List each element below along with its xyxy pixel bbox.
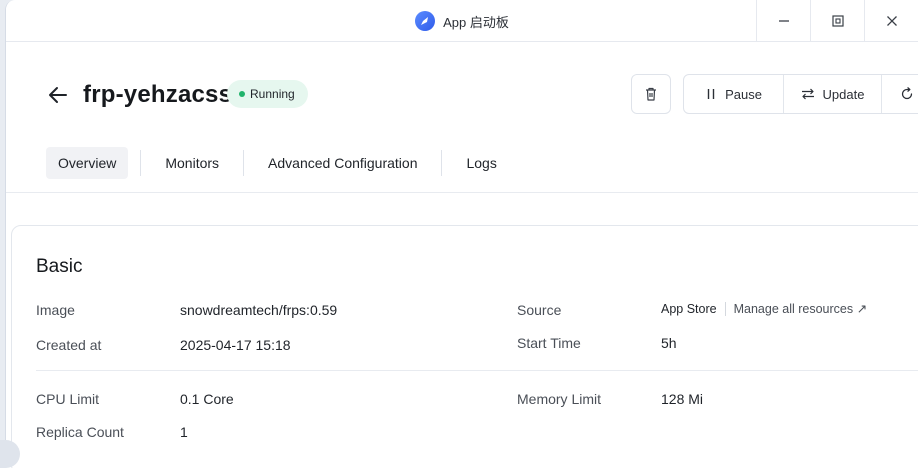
restore-button[interactable] <box>810 0 864 42</box>
replica-count-label: Replica Count <box>36 424 124 440</box>
basic-section-title: Basic <box>36 256 83 277</box>
delete-button[interactable] <box>631 74 671 114</box>
status-badge: Running <box>227 80 308 108</box>
tab-bar: Overview Monitors Advanced Configuration… <box>46 147 509 179</box>
pause-icon <box>707 89 715 99</box>
trash-icon <box>646 87 656 101</box>
basic-card: Basic Image snowdreamtech/frps:0.59 Sour… <box>11 225 918 468</box>
title-bar: App 启动板 <box>6 0 918 42</box>
status-text: Running <box>250 87 295 101</box>
start-time-value: 5h <box>661 335 677 351</box>
app-window: App 启动板 frp-yehzacss Running Pause Updat… <box>5 0 918 468</box>
update-button[interactable]: Update <box>784 75 882 113</box>
source-label: Source <box>517 302 562 318</box>
minimize-button[interactable] <box>756 0 810 42</box>
image-label: Image <box>36 302 75 318</box>
back-arrow-icon[interactable] <box>46 83 70 107</box>
minimize-icon <box>778 20 789 22</box>
image-value: snowdreamtech/frps:0.59 <box>180 302 338 318</box>
cpu-limit-value: 0.1 Core <box>180 391 234 407</box>
action-button-group: Pause Update <box>683 74 918 114</box>
replica-count-value: 1 <box>180 424 188 440</box>
restart-icon <box>901 87 913 100</box>
tab-overview[interactable]: Overview <box>46 147 129 179</box>
tab-divider <box>243 150 245 176</box>
start-time-label: Start Time <box>517 335 581 351</box>
pause-label: Pause <box>725 86 762 102</box>
pause-button[interactable]: Pause <box>684 75 784 113</box>
close-button[interactable] <box>864 0 918 42</box>
memory-limit-label: Memory Limit <box>517 391 602 407</box>
app-name-title: frp-yehzacss <box>83 81 233 108</box>
restore-icon <box>831 15 844 27</box>
status-dot-icon <box>239 91 245 97</box>
source-divider <box>724 301 726 316</box>
update-label: Update <box>822 86 865 102</box>
source-value-row: App Store Manage all resources ↗ <box>661 301 867 316</box>
tab-logs[interactable]: Logs <box>454 147 508 179</box>
window-title: App 启动板 <box>443 14 509 30</box>
manage-resources-link[interactable]: Manage all resources ↗ <box>734 301 867 316</box>
app-header: frp-yehzacss Running Pause Update Overvi… <box>6 43 918 193</box>
source-value: App Store <box>661 301 717 316</box>
memory-limit-value: 128 Mi <box>661 391 704 407</box>
tab-monitors[interactable]: Monitors <box>153 147 231 179</box>
tab-divider <box>441 150 443 176</box>
tab-divider <box>140 150 142 176</box>
created-at-value: 2025-04-17 15:18 <box>180 337 291 353</box>
created-at-label: Created at <box>36 337 102 353</box>
restart-button[interactable] <box>882 75 918 113</box>
swap-arrows-icon <box>801 88 814 100</box>
rocket-icon <box>415 11 436 31</box>
tab-advanced-configuration[interactable]: Advanced Configuration <box>256 147 429 179</box>
content-area: Basic Image snowdreamtech/frps:0.59 Sour… <box>6 193 918 468</box>
close-icon <box>886 16 897 26</box>
section-divider <box>36 370 918 371</box>
cpu-limit-label: CPU Limit <box>36 391 100 407</box>
